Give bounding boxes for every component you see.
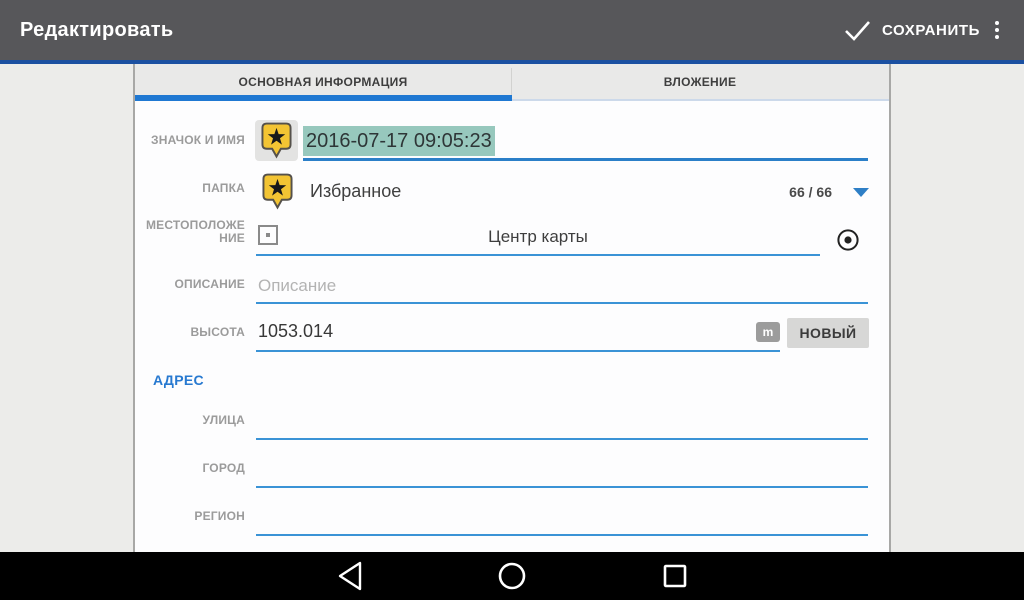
- folder-label: ПАПКА: [140, 182, 245, 195]
- check-icon: [844, 20, 871, 41]
- nav-home-button[interactable]: [488, 552, 536, 600]
- android-nav-bar: [0, 552, 1024, 600]
- star-map-pin-icon: [261, 122, 292, 159]
- location-underline: [256, 254, 820, 256]
- altitude-new-button[interactable]: НОВЫЙ: [787, 318, 869, 348]
- street-label: УЛИЦА: [140, 414, 245, 427]
- save-button-label: СОХРАНИТЬ: [882, 22, 980, 39]
- waypoint-icon-button[interactable]: [255, 120, 298, 161]
- altitude-underline: [256, 350, 780, 352]
- screen: Редактировать СОХРАНИТЬ ОСНОВНАЯ ИНФОРМА…: [0, 0, 1024, 600]
- vertical-dots-icon: [995, 21, 999, 25]
- description-input[interactable]: Описание: [258, 276, 336, 296]
- location-label: МЕСТОПОЛОЖЕНИЕ: [140, 219, 245, 245]
- nav-back-button[interactable]: [327, 552, 375, 600]
- address-section-header: АДРЕС: [153, 372, 204, 388]
- folder-select-value[interactable]: Избранное: [310, 181, 401, 202]
- overflow-menu-button[interactable]: [984, 0, 1010, 60]
- description-label: ОПИСАНИЕ: [140, 278, 245, 291]
- nav-recents-button[interactable]: [651, 552, 699, 600]
- vertical-dots-icon: [995, 35, 999, 39]
- region-label: РЕГИОН: [140, 510, 245, 523]
- street-input[interactable]: [256, 438, 868, 440]
- panel-right-edge: [889, 64, 891, 552]
- back-triangle-icon: [336, 560, 366, 592]
- tab-attachment[interactable]: ВЛОЖЕНИЕ: [512, 64, 888, 99]
- city-label: ГОРОД: [140, 462, 245, 475]
- recents-square-icon: [662, 563, 688, 589]
- altitude-unit-badge: m: [756, 322, 780, 342]
- star-map-pin-icon: [262, 173, 293, 210]
- gps-target-button[interactable]: [834, 226, 862, 254]
- folder-icon[interactable]: [258, 169, 296, 213]
- city-input[interactable]: [256, 486, 868, 488]
- altitude-label: ВЫСОТА: [140, 326, 245, 339]
- name-input[interactable]: 2016-07-17 09:05:23: [303, 126, 495, 156]
- description-underline: [256, 302, 868, 304]
- active-tab-indicator: [135, 95, 512, 101]
- tab-basic-info[interactable]: ОСНОВНАЯ ИНФОРМАЦИЯ: [135, 64, 511, 99]
- altitude-input[interactable]: 1053.014: [258, 321, 333, 342]
- icon-name-label: ЗНАЧОК И ИМЯ: [140, 134, 245, 147]
- dropdown-triangle-icon[interactable]: [853, 188, 869, 197]
- target-circle-icon: [836, 228, 860, 252]
- home-circle-icon: [497, 561, 527, 591]
- name-input-underline: [303, 158, 868, 161]
- edit-form-panel: [135, 64, 889, 552]
- folder-count: 66 / 66: [760, 184, 832, 200]
- region-input[interactable]: [256, 534, 868, 536]
- vertical-dots-icon: [995, 28, 999, 32]
- save-button[interactable]: СОХРАНИТЬ: [844, 0, 980, 60]
- action-bar: Редактировать СОХРАНИТЬ: [0, 0, 1024, 60]
- page-title: Редактировать: [20, 0, 173, 60]
- location-source-button[interactable]: Центр карты: [256, 227, 820, 247]
